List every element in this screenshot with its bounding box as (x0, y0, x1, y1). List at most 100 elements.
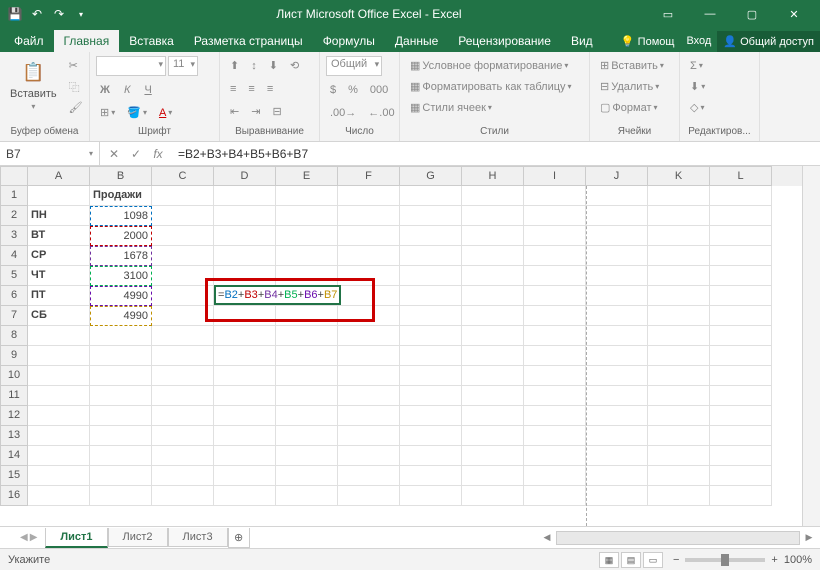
cell[interactable]: ПН (28, 206, 90, 226)
cell[interactable] (90, 446, 152, 466)
col-header[interactable]: K (648, 166, 710, 186)
underline-button[interactable]: Ч (140, 80, 155, 99)
cell[interactable] (276, 206, 338, 226)
cell[interactable] (648, 386, 710, 406)
cell[interactable] (710, 186, 772, 206)
cell[interactable] (462, 366, 524, 386)
cell[interactable] (586, 306, 648, 326)
autosum-button[interactable]: Σ ▾ (686, 56, 707, 75)
row-header[interactable]: 1 (0, 186, 28, 206)
save-icon[interactable]: 💾 (6, 5, 24, 23)
cell[interactable] (90, 466, 152, 486)
border-button[interactable]: ⊞▾ (96, 103, 119, 122)
orientation-button[interactable]: ⟲ (286, 56, 303, 75)
cell[interactable] (648, 426, 710, 446)
cell[interactable] (524, 286, 586, 306)
cell[interactable] (276, 306, 338, 326)
sheet-tab-1[interactable]: Лист1 (45, 528, 107, 548)
cell[interactable] (400, 306, 462, 326)
paste-button[interactable]: 📋 Вставить ▾ (6, 56, 61, 113)
currency-button[interactable]: $ (326, 80, 340, 99)
row-header[interactable]: 14 (0, 446, 28, 466)
cell[interactable] (276, 386, 338, 406)
cell[interactable]: 3100 (90, 266, 152, 286)
cell[interactable] (400, 426, 462, 446)
cell[interactable] (28, 346, 90, 366)
redo-icon[interactable]: ↷ (50, 5, 68, 23)
cell[interactable] (214, 366, 276, 386)
cell[interactable] (462, 226, 524, 246)
cell[interactable] (462, 486, 524, 506)
cell[interactable] (90, 406, 152, 426)
cell[interactable] (214, 266, 276, 286)
row-header[interactable]: 6 (0, 286, 28, 306)
cell[interactable]: 4990 (90, 286, 152, 306)
cell[interactable] (276, 426, 338, 446)
cut-button[interactable]: ✂ (65, 56, 87, 75)
zoom-control[interactable]: − + 100% (673, 554, 812, 566)
maximize-icon[interactable]: ▢ (732, 0, 772, 28)
col-header[interactable]: D (214, 166, 276, 186)
comma-button[interactable]: 000 (366, 80, 392, 99)
sheet-tab-2[interactable]: Лист2 (108, 528, 168, 547)
cell[interactable] (90, 366, 152, 386)
cell[interactable] (338, 446, 400, 466)
tab-view[interactable]: Вид (561, 30, 603, 52)
vertical-scrollbar[interactable] (802, 166, 820, 526)
cell[interactable] (152, 226, 214, 246)
cell[interactable] (710, 466, 772, 486)
cell[interactable] (648, 186, 710, 206)
cell[interactable] (152, 426, 214, 446)
cell[interactable] (28, 326, 90, 346)
font-color-button[interactable]: A▾ (155, 103, 176, 122)
cell[interactable] (338, 366, 400, 386)
cell[interactable] (586, 206, 648, 226)
col-header[interactable]: B (90, 166, 152, 186)
copy-button[interactable]: ⿻ (65, 77, 87, 96)
cell[interactable] (710, 486, 772, 506)
cell[interactable] (586, 466, 648, 486)
cell[interactable] (400, 406, 462, 426)
cell[interactable] (214, 246, 276, 266)
cell[interactable] (276, 246, 338, 266)
cell[interactable]: Продажи (90, 186, 152, 206)
cell[interactable] (276, 446, 338, 466)
cell[interactable] (462, 386, 524, 406)
cell[interactable] (276, 406, 338, 426)
italic-button[interactable]: К (120, 80, 134, 99)
tab-review[interactable]: Рецензирование (448, 30, 561, 52)
cell[interactable]: СБ (28, 306, 90, 326)
cell[interactable] (338, 246, 400, 266)
cell[interactable] (28, 486, 90, 506)
number-format-combo[interactable]: Общий (326, 56, 382, 76)
cell[interactable] (648, 346, 710, 366)
cell[interactable] (648, 226, 710, 246)
cell[interactable] (214, 426, 276, 446)
cell[interactable] (338, 406, 400, 426)
add-sheet-button[interactable]: ⊕ (228, 528, 250, 548)
cell[interactable] (276, 266, 338, 286)
cell[interactable] (152, 486, 214, 506)
cell[interactable] (586, 446, 648, 466)
cell[interactable] (524, 466, 586, 486)
cell[interactable] (214, 386, 276, 406)
cell[interactable] (400, 246, 462, 266)
cancel-formula-button[interactable]: ✕ (104, 147, 124, 161)
cell[interactable] (524, 366, 586, 386)
cell[interactable] (586, 406, 648, 426)
zoom-slider[interactable] (685, 558, 765, 562)
cell[interactable] (214, 306, 276, 326)
cell[interactable] (710, 346, 772, 366)
tab-help[interactable]: 💡 Помощ (615, 31, 681, 52)
row-header[interactable]: 2 (0, 206, 28, 226)
cell-styles-button[interactable]: ▦ Стили ячеек ▾ (406, 98, 496, 117)
cell[interactable] (214, 226, 276, 246)
cell[interactable] (710, 266, 772, 286)
cell[interactable] (338, 386, 400, 406)
cell[interactable] (28, 186, 90, 206)
tab-share[interactable]: 👤 Общий доступ (717, 31, 820, 52)
cell[interactable] (710, 386, 772, 406)
cell[interactable] (648, 366, 710, 386)
dec-decimal-button[interactable]: ←.00 (364, 103, 398, 122)
cell[interactable] (90, 346, 152, 366)
